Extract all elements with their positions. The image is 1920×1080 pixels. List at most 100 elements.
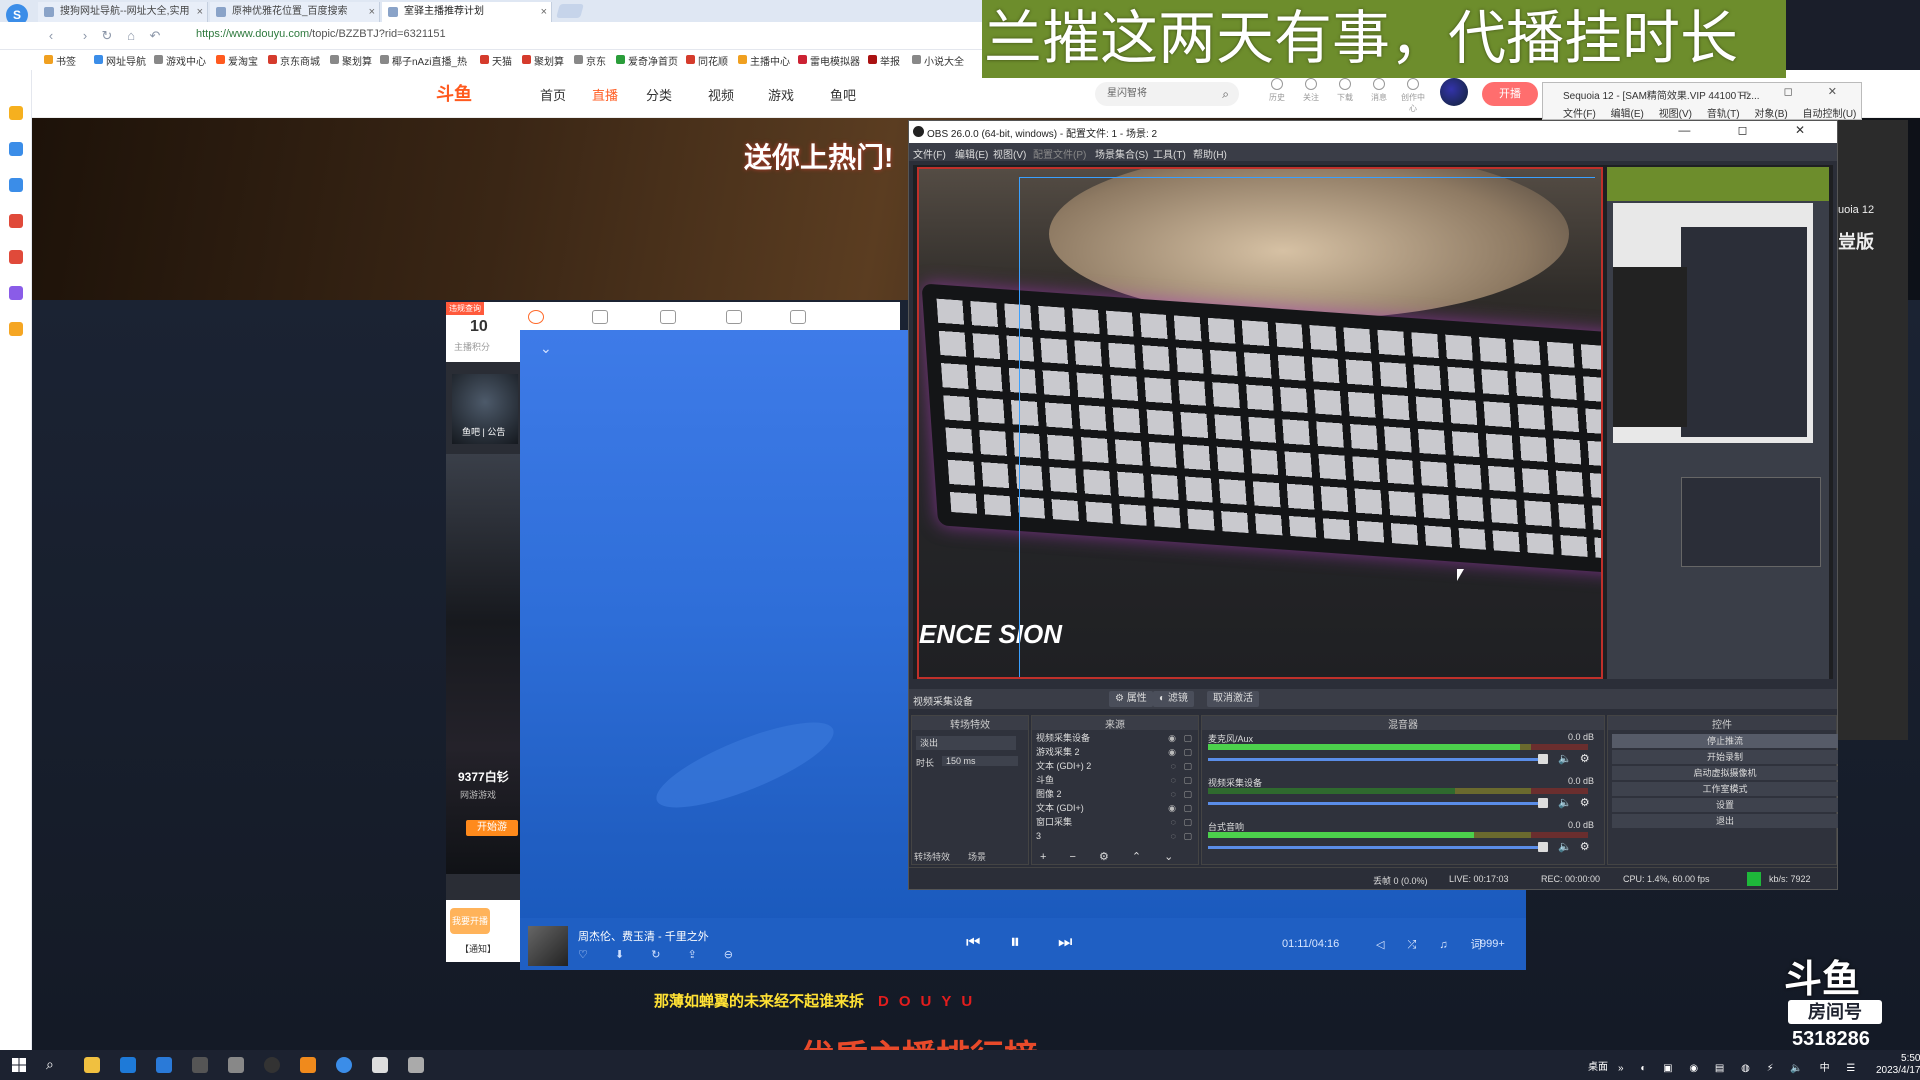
transition-select[interactable]: 淡出 bbox=[916, 736, 1016, 750]
douyu-search-input[interactable]: 星闪智将 ⌕ bbox=[1095, 82, 1239, 106]
app-icon[interactable] bbox=[300, 1057, 316, 1073]
app-icon[interactable] bbox=[228, 1057, 244, 1073]
new-tab-button[interactable] bbox=[556, 4, 584, 18]
start-icon[interactable] bbox=[12, 1058, 26, 1072]
filters-button[interactable]: ◐ 滤镜 bbox=[1153, 691, 1194, 707]
anchor-score-card[interactable]: 违规查询 10 主播积分 bbox=[446, 302, 520, 362]
pdf-icon[interactable] bbox=[9, 250, 23, 264]
next-icon[interactable]: ⏭ bbox=[1058, 934, 1072, 952]
source-item[interactable]: 窗口采集 ◌ ▢ bbox=[1036, 816, 1196, 829]
history-icon[interactable]: 历史 bbox=[1264, 78, 1290, 103]
clock[interactable]: 5:50 2023/4/17 bbox=[1876, 1053, 1920, 1077]
forward-icon[interactable]: › bbox=[76, 27, 94, 45]
nav-live[interactable]: 直播 bbox=[592, 85, 618, 104]
menu-scene-collection[interactable]: 场景集合(S) bbox=[1095, 146, 1148, 161]
browser-tab-1[interactable]: 搜狗网址导航--网址大全,实用 × bbox=[38, 2, 208, 22]
source-action-buttons[interactable]: + − ⚙ ⌃ ⌄ bbox=[1040, 850, 1183, 863]
go-live-card[interactable]: 我要开播 bbox=[450, 908, 490, 934]
mute-settings-icons[interactable]: 🔈⚙ bbox=[1558, 840, 1598, 853]
search-icon[interactable] bbox=[9, 322, 23, 336]
notice-label[interactable]: 【通知】 bbox=[460, 942, 496, 955]
menu-file[interactable]: 文件(F) bbox=[913, 146, 946, 161]
volume-slider[interactable] bbox=[1208, 758, 1544, 761]
settings-button[interactable]: 设置 bbox=[1612, 798, 1838, 812]
window-controls[interactable]: — ◻ ✕ bbox=[1678, 123, 1827, 137]
deactivate-button[interactable]: 取消激活 bbox=[1207, 691, 1259, 707]
duration-input[interactable]: 150 ms bbox=[942, 756, 1018, 766]
video-icon[interactable] bbox=[9, 214, 23, 228]
browser-icon[interactable] bbox=[336, 1057, 352, 1073]
nav-yuba[interactable]: 鱼吧 bbox=[830, 85, 856, 104]
follow-icon[interactable]: 关注 bbox=[1298, 78, 1324, 103]
nav-category[interactable]: 分类 bbox=[646, 85, 672, 104]
volume-knob[interactable] bbox=[1538, 754, 1548, 764]
note-icon[interactable] bbox=[9, 286, 23, 300]
bookmark-item[interactable]: 爱淘宝 bbox=[216, 53, 258, 68]
browser-tab-2[interactable]: 原神优雅花位置_百度搜索 × bbox=[210, 2, 380, 22]
close-icon[interactable]: × bbox=[369, 2, 375, 22]
ie-icon[interactable] bbox=[120, 1057, 136, 1073]
album-cover[interactable] bbox=[528, 926, 568, 966]
close-icon[interactable]: × bbox=[541, 2, 547, 22]
source-item[interactable]: 斗鱼 ◌ ▢ bbox=[1036, 774, 1196, 787]
pause-icon[interactable]: ⏸ bbox=[1010, 931, 1020, 954]
bookmark-item[interactable]: 聚划算 bbox=[522, 53, 564, 68]
volume-slider[interactable] bbox=[1208, 802, 1544, 805]
bookmark-item[interactable]: 京东商城 bbox=[268, 53, 320, 68]
app-icon[interactable] bbox=[408, 1057, 424, 1073]
stream-thumbnail[interactable] bbox=[446, 454, 520, 874]
reload-icon[interactable]: ↻ bbox=[98, 27, 116, 45]
obs-preview[interactable]: ENCE SION bbox=[913, 165, 1833, 679]
bookmark-item[interactable]: 椰子nAzi直播_热 bbox=[380, 53, 467, 68]
bookmark-item[interactable]: 游戏中心 bbox=[154, 53, 206, 68]
studio-mode-button[interactable]: 工作室模式 bbox=[1612, 782, 1838, 796]
menu-edit[interactable]: 编辑(E) bbox=[955, 146, 988, 161]
desktop-label[interactable]: 桌面 bbox=[1588, 1058, 1608, 1073]
playback-option-icons[interactable]: ◁ ⤮ ♫ 词 bbox=[1376, 936, 1492, 952]
search-icon[interactable]: ⌕ bbox=[1222, 82, 1229, 106]
search-icon[interactable]: ⌕ bbox=[46, 1056, 54, 1073]
source-item[interactable]: 视频采集设备 ◉ ▢ bbox=[1036, 732, 1196, 745]
menu-help[interactable]: 帮助(H) bbox=[1193, 146, 1227, 161]
volume-slider[interactable] bbox=[1208, 846, 1544, 849]
chevron-down-icon[interactable]: ⌄ bbox=[540, 340, 552, 357]
source-item[interactable]: 3 ◌ ▢ bbox=[1036, 830, 1196, 843]
browser-tab-3[interactable]: 室驿主播推荐计划 × bbox=[382, 2, 552, 22]
volume-knob[interactable] bbox=[1538, 842, 1548, 852]
bookmark-item[interactable]: 举报 bbox=[868, 53, 900, 68]
download-icon[interactable]: 下载 bbox=[1332, 78, 1358, 103]
bookmark-item[interactable]: 主播中心 bbox=[738, 53, 790, 68]
source-item[interactable]: 图像 2 ◌ ▢ bbox=[1036, 788, 1196, 801]
bookmark-item[interactable]: 雷电模拟器 bbox=[798, 53, 860, 68]
toggle-icon[interactable] bbox=[528, 310, 544, 324]
source-item[interactable]: 文本 (GDI+) 2 ◌ ▢ bbox=[1036, 760, 1196, 773]
menu-tools[interactable]: 工具(T) bbox=[1153, 146, 1186, 161]
bookmark-item[interactable]: 网址导航 bbox=[94, 53, 146, 68]
nav-video[interactable]: 视频 bbox=[708, 85, 734, 104]
mute-settings-icons[interactable]: 🔈⚙ bbox=[1558, 796, 1598, 809]
properties-button[interactable]: ⚙ 属性 bbox=[1109, 691, 1153, 707]
bag-icon[interactable] bbox=[660, 310, 676, 324]
volume-knob[interactable] bbox=[1538, 798, 1548, 808]
source-item[interactable]: 文本 (GDI+) ◉ ▢ bbox=[1036, 802, 1196, 815]
tab-scenes[interactable]: 场景 bbox=[968, 852, 986, 862]
url-field[interactable]: https://www.douyu.com/topic/BZZBTJ?rid=6… bbox=[196, 28, 446, 40]
webcam-source[interactable]: ENCE SION bbox=[917, 167, 1603, 679]
checklist-icon[interactable] bbox=[726, 310, 742, 324]
bookmark-item[interactable]: 爱奇净首页 bbox=[616, 53, 678, 68]
window-controls[interactable]: — ◻ ✕ bbox=[1738, 85, 1853, 98]
start-recording-button[interactable]: 开始录制 bbox=[1612, 750, 1838, 764]
nav-home[interactable]: 首页 bbox=[540, 85, 566, 104]
tab-transitions[interactable]: 转场特效 bbox=[914, 852, 950, 862]
douyu-logo[interactable]: 斗鱼 bbox=[436, 80, 472, 106]
bookmark-item[interactable]: 同花顺 bbox=[686, 53, 728, 68]
nav-game[interactable]: 游戏 bbox=[768, 85, 794, 104]
cloud-icon[interactable] bbox=[9, 178, 23, 192]
source-item[interactable]: 游戏采集 2 ◉ ▢ bbox=[1036, 746, 1196, 759]
undo-icon[interactable]: ↶ bbox=[146, 27, 164, 45]
back-icon[interactable]: ‹ bbox=[42, 27, 60, 45]
ad-icon[interactable] bbox=[790, 310, 806, 324]
message-icon[interactable]: 消息 bbox=[1366, 78, 1392, 103]
sequoia-menu[interactable]: 文件(F) 编辑(E) 视图(V) 音轨(T) 对象(B) 自动控制(U) bbox=[1563, 105, 1856, 120]
menu-profile[interactable]: 配置文件(P) bbox=[1033, 146, 1086, 161]
